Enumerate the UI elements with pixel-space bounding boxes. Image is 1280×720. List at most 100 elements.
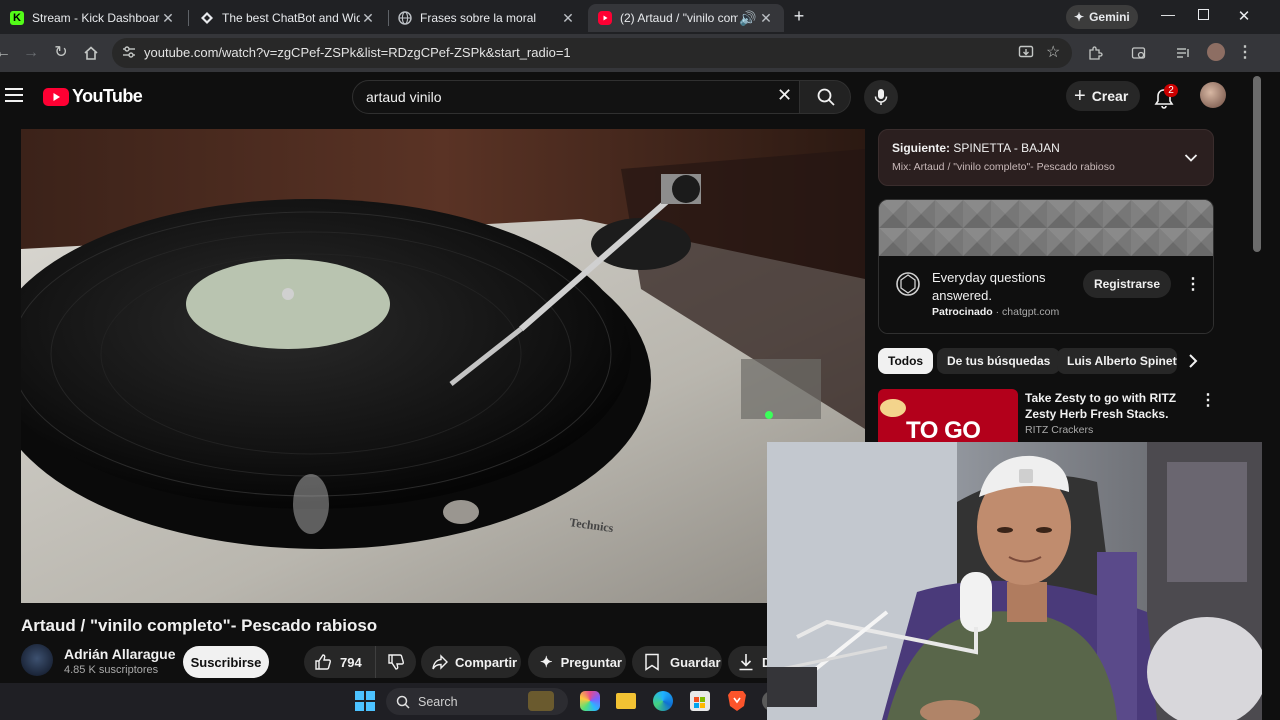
- close-tab-icon[interactable]: ✕: [758, 10, 774, 27]
- ad-more-options-icon[interactable]: ⋮: [1185, 274, 1201, 294]
- new-tab-button[interactable]: +: [790, 7, 808, 25]
- next-up-line: Siguiente: SPINETTA - BAJAN: [892, 141, 1060, 155]
- profile-avatar[interactable]: [1207, 43, 1225, 61]
- minimize-window-icon[interactable]: —: [1160, 6, 1176, 26]
- globe-icon: [398, 11, 412, 25]
- chip-todos[interactable]: Todos: [878, 348, 934, 374]
- streamer-webcam-feed: [767, 442, 1262, 720]
- ask-button[interactable]: ✦ Preguntar: [528, 646, 626, 678]
- tab-frases-moral[interactable]: Frases sobre la moral ✕: [388, 4, 586, 32]
- dislike-button[interactable]: [376, 646, 416, 678]
- video-frame-turntable: Technics: [21, 129, 865, 603]
- microsoft-store-icon[interactable]: [690, 691, 710, 711]
- back-arrow-icon[interactable]: ←: [0, 42, 14, 64]
- openai-logo-icon: [896, 272, 920, 296]
- channel-avatar[interactable]: [21, 644, 53, 676]
- restore-window-icon[interactable]: [1198, 9, 1209, 20]
- search-icon: [817, 88, 835, 106]
- like-dislike-group: 794: [304, 646, 416, 678]
- chip-luis-alberto-spinetta[interactable]: Luis Alberto Spinett: [1057, 348, 1177, 374]
- brave-browser-icon[interactable]: [727, 690, 747, 712]
- save-button[interactable]: Guardar: [632, 646, 722, 678]
- thumbs-down-icon: [388, 654, 404, 670]
- download-icon: [739, 654, 753, 671]
- close-window-icon[interactable]: ✕: [1236, 7, 1252, 27]
- video-title: Artaud / "vinilo completo"- Pescado rabi…: [21, 616, 378, 635]
- tab-chatbot-widgets[interactable]: The best ChatBot and Widgets ✕: [190, 4, 386, 32]
- recommended-video-title[interactable]: Take Zesty to go with RITZ Zesty Herb Fr…: [1025, 390, 1176, 422]
- create-button[interactable]: + Crear: [1066, 81, 1140, 111]
- chip-de-tus-busquedas[interactable]: De tus búsquedas: [937, 348, 1061, 374]
- notifications-button[interactable]: 2: [1154, 84, 1178, 110]
- close-tab-icon[interactable]: ✕: [360, 10, 376, 27]
- playlist-next-panel[interactable]: Siguiente: SPINETTA - BAJAN Mix: Artaud …: [878, 129, 1214, 186]
- file-explorer-icon[interactable]: [616, 693, 636, 709]
- ad-register-button[interactable]: Registrarse: [1083, 270, 1171, 298]
- tab-artaud-youtube[interactable]: (2) Artaud / "vinilo complet 🔊 ✕: [588, 4, 784, 32]
- home-icon[interactable]: [80, 42, 102, 64]
- address-bar[interactable]: youtube.com/watch?v=zgCPef-ZSPk&list=RDz…: [112, 38, 1072, 68]
- site-settings-icon[interactable]: [122, 45, 136, 64]
- like-button[interactable]: 794: [304, 646, 376, 678]
- share-button[interactable]: Compartir: [421, 646, 521, 678]
- plus-icon: +: [1074, 85, 1086, 107]
- url-text: youtube.com/watch?v=zgCPef-ZSPk&list=RDz…: [144, 45, 571, 60]
- browser-menu-icon[interactable]: ⋮: [1234, 42, 1256, 64]
- kick-logo-icon: K: [10, 11, 24, 25]
- windows-start-icon[interactable]: [355, 691, 375, 711]
- close-tab-icon[interactable]: ✕: [160, 10, 176, 27]
- recommended-more-options-icon[interactable]: ⋮: [1200, 390, 1216, 410]
- search-button[interactable]: [799, 80, 851, 114]
- subscriber-count: 4.85 K suscriptores: [64, 664, 159, 676]
- search-input[interactable]: artaud vinilo ✕: [352, 80, 800, 114]
- share-arrow-icon: [432, 654, 448, 670]
- hamburger-menu-icon[interactable]: [5, 88, 23, 102]
- youtube-play-logo-icon: [43, 87, 69, 106]
- webcam-overlay: [767, 442, 1262, 720]
- install-app-icon[interactable]: [1018, 44, 1034, 65]
- speaker-icon[interactable]: 🔊: [738, 10, 758, 27]
- subscribe-button[interactable]: Suscribirse: [183, 646, 269, 678]
- youtube-header: YouTube artaud vinilo ✕ + Crear 2: [0, 72, 1262, 128]
- youtube-logo[interactable]: YouTube: [43, 86, 143, 107]
- extensions-icon[interactable]: [1084, 42, 1106, 64]
- sponsored-ad-card[interactable]: Everyday questions answered. Patrocinado…: [878, 199, 1214, 334]
- browser-toolbar: ← → ↻ youtube.com/watch?v=zgCPef-ZSPk&li…: [0, 34, 1280, 72]
- streamelements-icon: [200, 11, 214, 25]
- close-tab-icon[interactable]: ✕: [560, 10, 576, 27]
- account-avatar[interactable]: [1200, 82, 1226, 108]
- cracker-stack-image: [880, 399, 906, 417]
- gemini-button[interactable]: ✦ Gemini: [1066, 5, 1138, 29]
- browser-tab-bar: K Stream - Kick Dashboard ✕ The best Cha…: [0, 0, 1280, 34]
- forward-arrow-icon[interactable]: →: [20, 42, 42, 64]
- page-scrollbar-track: [1262, 72, 1280, 683]
- tab-search-icon[interactable]: [1128, 42, 1150, 64]
- ad-banner-image: [879, 200, 1213, 256]
- media-control-icon[interactable]: [1172, 42, 1194, 64]
- bookmark-icon: [645, 653, 659, 671]
- copilot-icon[interactable]: [580, 691, 600, 711]
- taskbar-search-box[interactable]: Search: [386, 688, 568, 715]
- reload-icon[interactable]: ↻: [50, 42, 72, 64]
- tab-divider: [188, 10, 189, 26]
- windows-taskbar: Search: [0, 683, 782, 720]
- mix-title: Mix: Artaud / "vinilo completo"- Pescado…: [892, 161, 1115, 173]
- bookmark-star-icon[interactable]: ☆: [1046, 42, 1060, 62]
- video-player[interactable]: Technics: [21, 129, 865, 603]
- microphone-icon: [874, 89, 888, 105]
- voice-search-button[interactable]: [864, 80, 898, 114]
- thumbs-up-icon: [315, 654, 331, 670]
- recommended-video-thumbnail[interactable]: TO GO: [878, 389, 1018, 445]
- gemini-sparkle-icon: ✦: [1074, 10, 1085, 24]
- chevron-down-icon[interactable]: [1184, 153, 1198, 163]
- ad-sponsor-line: Patrocinado · chatgpt.com: [932, 306, 1060, 318]
- notification-badge: 2: [1164, 84, 1178, 97]
- chevron-right-icon[interactable]: [1187, 353, 1199, 369]
- search-icon: [396, 695, 410, 709]
- clear-search-icon[interactable]: ✕: [777, 85, 792, 106]
- page-scrollbar-thumb[interactable]: [1253, 76, 1261, 252]
- channel-name[interactable]: Adrián Allarague: [64, 646, 176, 662]
- ad-headline: Everyday questions answered.: [932, 270, 1046, 303]
- edge-browser-icon[interactable]: [653, 691, 673, 711]
- tab-kick-dashboard[interactable]: K Stream - Kick Dashboard ✕: [0, 4, 186, 32]
